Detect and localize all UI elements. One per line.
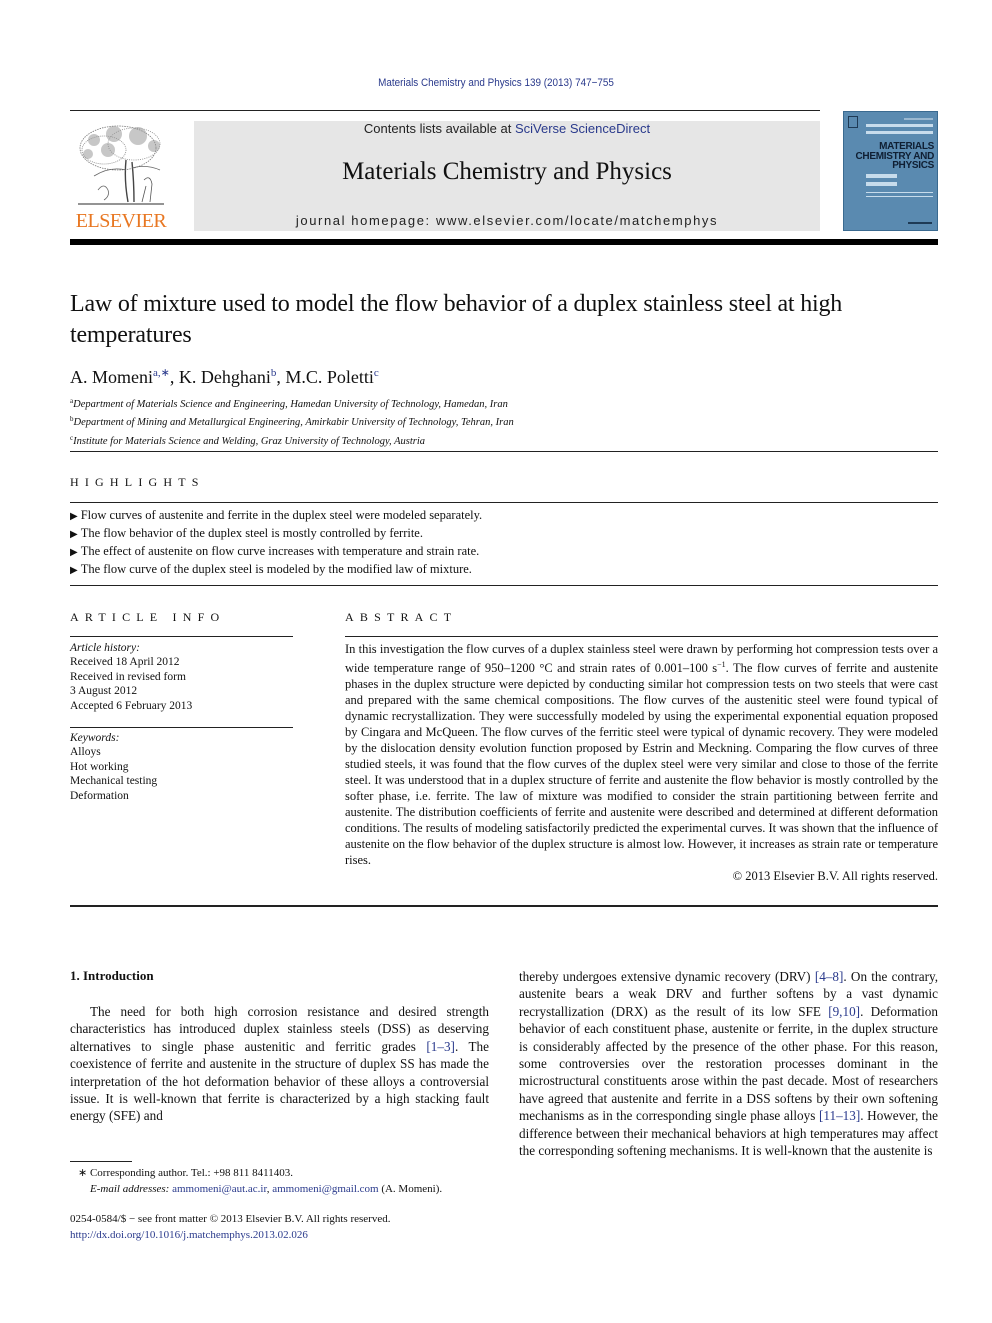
doi-link[interactable]: http://dx.doi.org/10.1016/j.matchemphys.…: [70, 1227, 390, 1243]
journal-citation[interactable]: Materials Chemistry and Physics 139 (201…: [50, 77, 943, 89]
body-column-left: The need for both high corrosion resista…: [70, 1004, 490, 1124]
contents-availability: Contents lists available at SciVerse Sci…: [194, 121, 820, 137]
history-label: Article history:: [70, 642, 140, 654]
highlight-item: ▶ The flow behavior of the duplex steel i…: [70, 526, 423, 540]
front-matter: 0254-0584/$ − see front matter © 2013 El…: [70, 1211, 390, 1243]
section-rule: [345, 636, 938, 637]
author[interactable]: A. Momenia,∗: [70, 367, 170, 387]
elsevier-tree-icon: [78, 125, 164, 205]
footnote-rule: [70, 1161, 132, 1162]
affiliations: aDepartment of Materials Science and Eng…: [70, 394, 514, 449]
header-rule: [70, 110, 820, 111]
article-info-heading: ARTICLE INFO: [70, 610, 226, 624]
email-link[interactable]: ammomeni@gmail.com: [272, 1183, 378, 1195]
cover-bar: [866, 124, 933, 127]
journal-title: Materials Chemistry and Physics: [342, 158, 672, 185]
keyword: Mechanical testing: [70, 775, 158, 788]
keywords-label: Keywords:: [70, 732, 120, 744]
highlight-item: ▶ The effect of austenite on flow curve i…: [70, 544, 480, 558]
affiliation: cInstitute for Materials Science and Wel…: [70, 433, 426, 447]
cover-bar: [866, 182, 897, 186]
highlight-item: ▶ Flow curves of austenite and ferrite in…: [70, 508, 483, 522]
article-history: Article history: Received 18 April 2012 …: [70, 641, 293, 713]
sciencedirect-link[interactable]: SciVerse ScienceDirect: [515, 121, 650, 136]
cover-bar: [904, 118, 933, 120]
author-list: A. Momenia,∗, K. Dehghanib, M.C. Poletti…: [70, 367, 379, 387]
contents-prefix: Contents lists available at: [363, 121, 515, 136]
bullet-triangle-icon: ▶: [70, 565, 78, 576]
author[interactable]: M.C. Polettic: [285, 367, 378, 387]
bullet-triangle-icon: ▶: [70, 547, 78, 558]
citation-link[interactable]: [11–13]: [819, 1108, 860, 1123]
keyword: Deformation: [70, 789, 129, 802]
citation-link[interactable]: [1–3]: [426, 1039, 455, 1054]
affiliation: bDepartment of Mining and Metallurgical …: [70, 415, 514, 429]
keywords: Keywords: Alloys Hot working Mechanical …: [70, 731, 293, 803]
history-entry: Received 18 April 2012: [70, 656, 180, 669]
cover-bar: [866, 131, 933, 134]
bullet-triangle-icon: ▶: [70, 511, 78, 522]
bullet-triangle-icon: ▶: [70, 529, 78, 540]
cover-bar: [866, 192, 933, 193]
email-link[interactable]: ammomeni@aut.ac.ir: [172, 1183, 267, 1195]
section-rule: [70, 905, 938, 907]
cover-logo-icon: [848, 116, 858, 128]
section-rule: [70, 502, 938, 503]
section-heading-introduction: 1. Introduction: [70, 968, 154, 983]
keyword: Alloys: [70, 746, 101, 759]
abstract-text: In this investigation the flow curves of…: [345, 642, 938, 884]
history-entry: 3 August 2012: [70, 685, 138, 698]
cover-bar: [866, 174, 897, 178]
highlight-item: ▶ The flow curve of the duplex steel is m…: [70, 562, 472, 576]
paper-title: Law of mixture used to model the flow be…: [70, 291, 843, 348]
highlights-heading: HIGHLIGHTS: [70, 475, 205, 489]
cover-footer: [908, 222, 932, 224]
citation-link[interactable]: [9,10]: [828, 1004, 860, 1019]
body-column-right: thereby undergoes extensive dynamic reco…: [519, 969, 938, 1159]
keyword: Hot working: [70, 760, 129, 773]
section-rule: [70, 636, 293, 637]
history-entry: Received in revised form: [70, 670, 186, 683]
highlights-list: ▶ Flow curves of austenite and ferrite in…: [70, 507, 482, 579]
cover-title: MATERIALS CHEMISTRY AND PHYSICS: [855, 141, 934, 171]
section-rule: [70, 585, 938, 586]
elsevier-wordmark: ELSEVIER: [75, 210, 167, 232]
header-thick-rule: [70, 239, 938, 245]
journal-homepage[interactable]: journal homepage: www.elsevier.com/locat…: [194, 213, 820, 228]
copyright-notice: © 2013 Elsevier B.V. All rights reserved…: [732, 869, 938, 884]
author[interactable]: K. Dehghanib: [179, 367, 276, 387]
issn-notice: 0254-0584/$ − see front matter © 2013 El…: [70, 1213, 391, 1225]
section-rule: [70, 727, 293, 728]
section-rule: [70, 451, 938, 452]
cover-bar: [866, 196, 933, 197]
affiliation: aDepartment of Materials Science and Eng…: [70, 397, 508, 410]
elsevier-logo[interactable]: ELSEVIER: [70, 120, 172, 232]
citation-link[interactable]: [4–8]: [815, 969, 844, 984]
corresponding-author-footnote: ∗ Corresponding author. Tel.: +98 811 84…: [78, 1167, 443, 1195]
history-entry: Accepted 6 February 2013: [70, 699, 193, 712]
abstract-heading: ABSTRACT: [345, 610, 458, 624]
journal-cover-thumbnail[interactable]: MATERIALS CHEMISTRY AND PHYSICS: [843, 111, 938, 231]
